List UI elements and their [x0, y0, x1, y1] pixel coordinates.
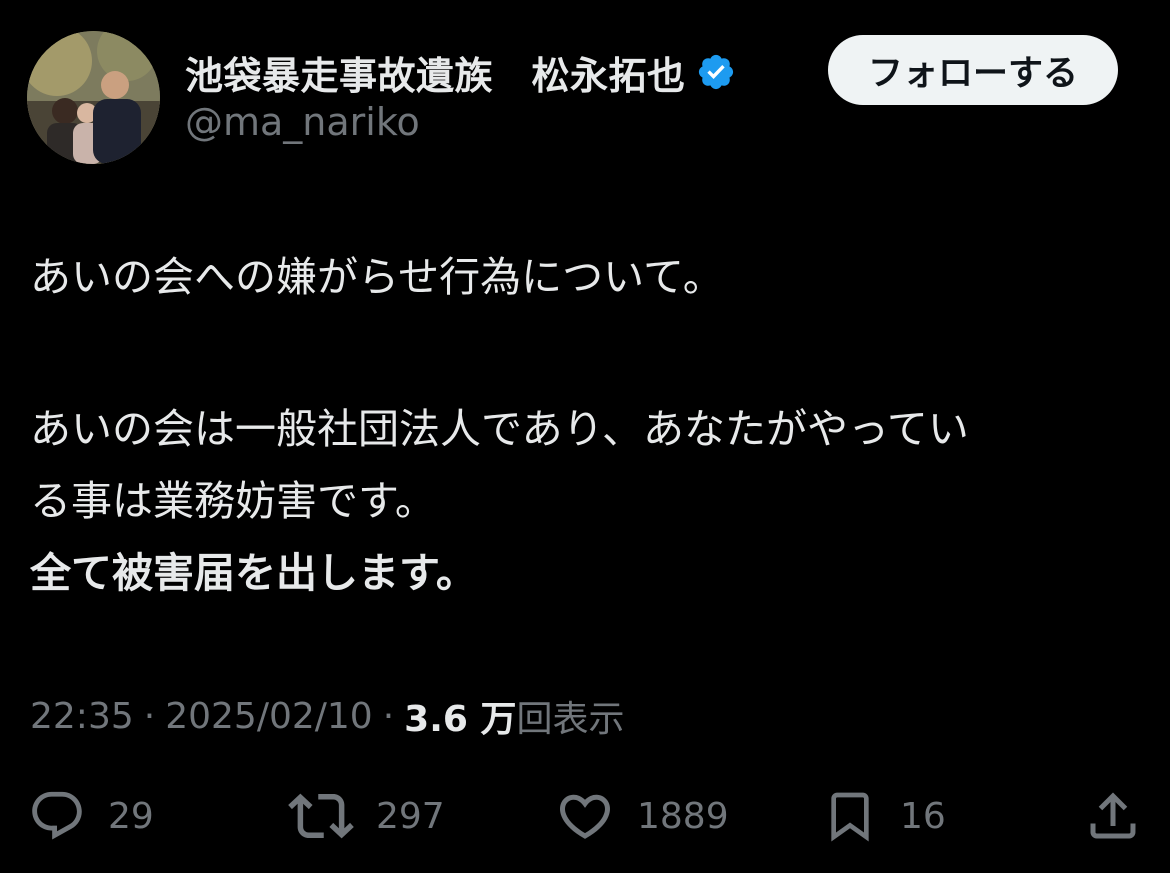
tweet-time[interactable]: 22:35	[30, 696, 134, 737]
repost-count: 297	[376, 795, 445, 837]
reply-button[interactable]: 29	[28, 780, 154, 852]
bookmark-count: 16	[900, 795, 946, 837]
repost-icon	[288, 793, 354, 839]
meta-separator: ·	[382, 695, 395, 737]
share-icon	[1090, 792, 1136, 839]
like-button[interactable]: 1889	[555, 780, 729, 852]
author-name-row: 池袋暴走事故遺族 松永拓也	[185, 44, 736, 100]
share-button[interactable]	[1083, 780, 1143, 852]
tweet-meta: 22:35 · 2025/02/10 · 3.6 万 回表示	[30, 690, 624, 742]
tweet-line: る事は業務妨害です。	[30, 477, 436, 525]
heart-icon	[559, 794, 611, 839]
tweet-line: あいの会は一般社団法人であり、あなたがやってい	[30, 405, 969, 453]
reply-icon	[32, 791, 82, 840]
views-label: 回表示	[516, 699, 625, 740]
tweet-line: あいの会への嫌がらせ行為について。	[30, 253, 724, 301]
reply-count: 29	[108, 795, 154, 837]
follow-button[interactable]: フォローする	[828, 35, 1118, 105]
repost-button[interactable]: 297	[288, 780, 445, 852]
tweet: 池袋暴走事故遺族 松永拓也 @ma_nariko フォローする あいの会への嫌が…	[0, 0, 1170, 873]
tweet-line-bold: 全て被害届を出します。	[30, 549, 477, 597]
author-display-name[interactable]: 池袋暴走事故遺族 松永拓也	[185, 45, 686, 100]
verified-badge-icon	[696, 52, 736, 92]
like-count: 1889	[637, 795, 729, 837]
tweet-date[interactable]: 2025/02/10	[165, 696, 373, 737]
action-bar: 29 297 1889 16	[0, 780, 1170, 852]
tweet-text: あいの会への嫌がらせ行為について。 あいの会は一般社団法人であり、あなたがやって…	[30, 241, 1140, 609]
author-handle[interactable]: @ma_nariko	[185, 100, 420, 144]
avatar[interactable]	[27, 31, 160, 164]
views-count: 3.6 万	[404, 699, 517, 740]
meta-separator: ·	[143, 695, 156, 737]
bookmark-button[interactable]: 16	[822, 780, 946, 852]
bookmark-icon	[831, 792, 869, 842]
